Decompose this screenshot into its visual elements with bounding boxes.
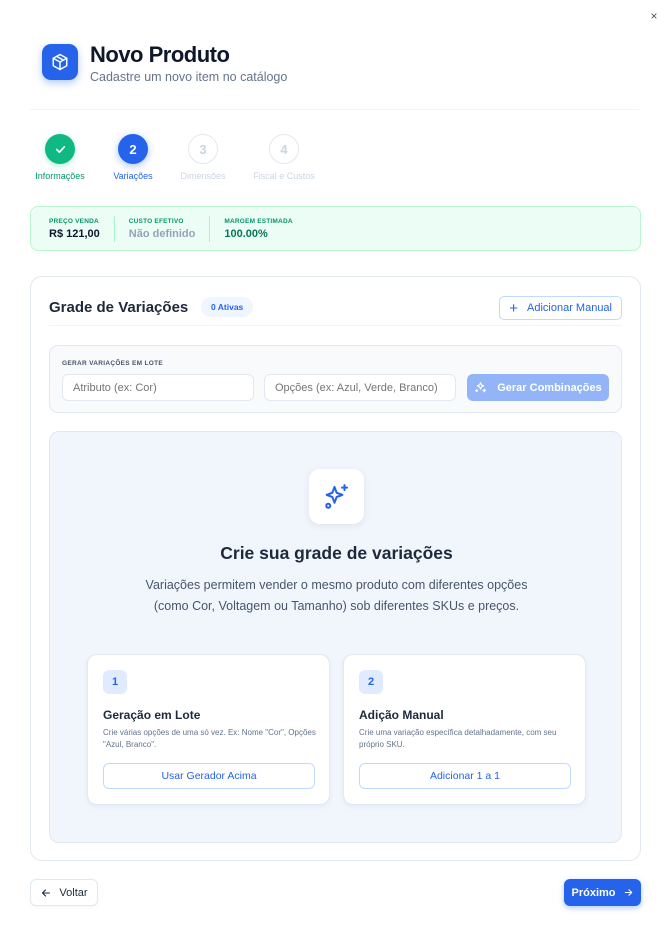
- option-card-batch: 1 Geração em Lote Crie várias opções de …: [87, 654, 330, 805]
- step-number: 2: [118, 134, 148, 164]
- stepper: Informações 2 Variações 3 Dimensões 4 Fi…: [0, 134, 669, 184]
- generate-combinations-button[interactable]: Gerar Combinações: [467, 374, 609, 401]
- add-one-by-one-button[interactable]: Adicionar 1 a 1: [359, 763, 571, 789]
- plus-icon: +: [509, 299, 518, 317]
- summary-price: PREÇO VENDA R$ 121,00: [49, 218, 100, 240]
- use-generator-button[interactable]: Usar Gerador Acima: [103, 763, 315, 789]
- package-icon: [42, 44, 78, 80]
- option-title: Adição Manual: [359, 708, 444, 722]
- step-label: Variações: [113, 171, 153, 181]
- arrow-left-icon: [42, 888, 51, 897]
- step-label: Dimensões: [180, 171, 226, 181]
- dialog-header: Novo Produto Cadastre um novo item no ca…: [42, 42, 288, 84]
- section-divider: [49, 325, 622, 326]
- summary-margin: MARGEM ESTIMADA 100.00%: [224, 218, 292, 240]
- option-card-manual: 2 Adição Manual Crie uma variação especí…: [343, 654, 586, 805]
- summary-value: Não definido: [128, 227, 196, 240]
- summary-divider: [209, 215, 211, 242]
- status-badge: 0 Ativas: [201, 297, 254, 317]
- next-button[interactable]: Próximo: [564, 879, 641, 906]
- option-description: Crie uma variação específica detalhadame…: [359, 728, 557, 749]
- empty-state-description: Variações permitem vender o mesmo produt…: [145, 578, 528, 613]
- summary-label: PREÇO VENDA: [49, 217, 99, 225]
- header-divider: [30, 109, 639, 110]
- options-input[interactable]: [264, 374, 456, 401]
- summary-cost: CUSTO EFETIVO Não definido: [129, 218, 196, 240]
- section-title: Grade de Variações: [49, 299, 189, 316]
- batch-label: GERAR VARIAÇÕES EM LOTE: [62, 360, 164, 367]
- generate-label: Gerar Combinações: [497, 381, 602, 394]
- page-subtitle: Cadastre um novo item no catálogo: [90, 70, 288, 84]
- attribute-input[interactable]: [62, 374, 254, 401]
- check-icon: [45, 134, 75, 164]
- summary-label: MARGEM ESTIMADA: [224, 217, 293, 225]
- summary-value: 100.00%: [224, 227, 268, 240]
- back-button[interactable]: Voltar: [30, 879, 98, 906]
- option-description: Crie várias opções de uma só vez. Ex: No…: [103, 728, 316, 749]
- next-label: Próximo: [571, 886, 616, 899]
- back-label: Voltar: [59, 886, 88, 899]
- sparkles-icon: [309, 469, 364, 524]
- step-label: Fiscal e Custos: [253, 171, 315, 181]
- add-manual-label: Adicionar Manual: [527, 302, 612, 314]
- step-fiscal-custos[interactable]: 4 Fiscal e Custos: [234, 134, 334, 181]
- empty-state: Crie sua grade de variações Variações pe…: [49, 431, 622, 843]
- option-number: 2: [359, 670, 383, 694]
- empty-state-title: Crie sua grade de variações: [220, 543, 453, 563]
- summary-label: CUSTO EFETIVO: [128, 217, 184, 225]
- step-label: Informações: [35, 171, 85, 181]
- variations-card: Grade de Variações 0 Ativas + Adicionar …: [30, 276, 641, 861]
- option-number: 1: [103, 670, 127, 694]
- sparkles-icon: [475, 382, 487, 393]
- close-icon[interactable]: ×: [648, 9, 660, 23]
- arrow-right-icon: [624, 889, 632, 896]
- step-number: 4: [269, 134, 299, 164]
- page-title: Novo Produto: [90, 42, 230, 67]
- summary-value: R$ 121,00: [49, 227, 100, 240]
- price-summary: PREÇO VENDA R$ 121,00 CUSTO EFETIVO Não …: [30, 206, 641, 251]
- batch-generator: GERAR VARIAÇÕES EM LOTE Gerar Combinaçõe…: [49, 345, 622, 413]
- option-title: Geração em Lote: [103, 708, 201, 722]
- summary-divider: [113, 215, 115, 242]
- add-manual-button[interactable]: + Adicionar Manual: [499, 296, 622, 320]
- step-number: 3: [188, 134, 218, 164]
